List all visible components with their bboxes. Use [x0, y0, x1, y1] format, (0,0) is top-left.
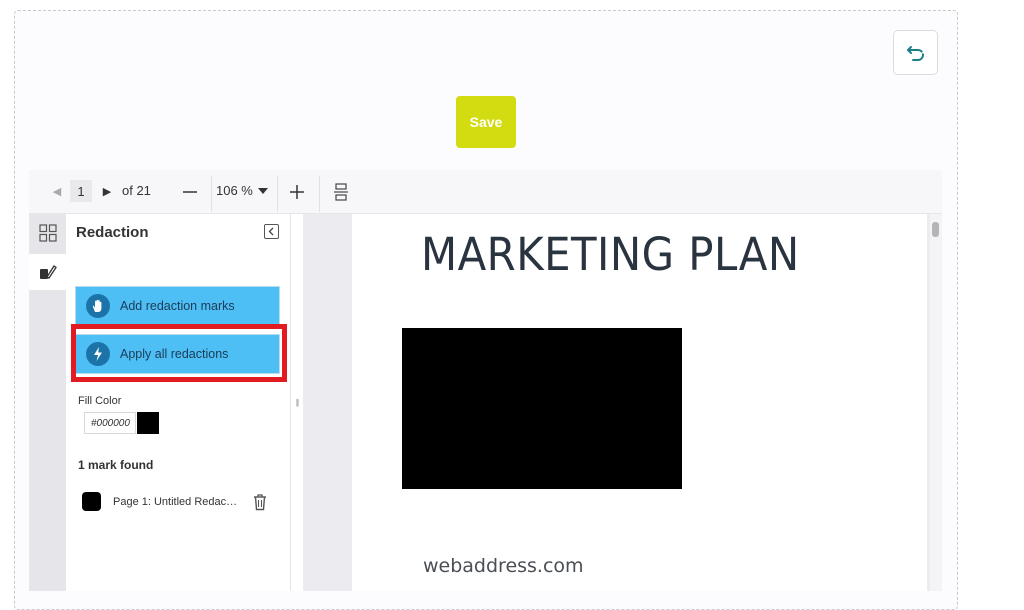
document-title: MARKETING PLAN [421, 228, 800, 281]
current-page-input[interactable]: 1 [70, 180, 92, 202]
zoom-in-button[interactable] [287, 181, 307, 203]
previous-page-button[interactable]: ◀ [46, 180, 68, 202]
toolbar-divider [211, 176, 212, 212]
save-button[interactable]: Save [456, 96, 516, 148]
page-total: of 21 [122, 183, 151, 198]
next-page-button[interactable]: ▶ [96, 180, 118, 202]
page-layout-icon [334, 183, 348, 201]
fill-color-swatch[interactable] [137, 412, 159, 434]
mark-color-swatch [82, 492, 101, 511]
minus-icon [183, 191, 197, 193]
panel-title: Redaction [76, 224, 149, 241]
fill-color-label: Fill Color [78, 395, 122, 407]
toolbar-divider [277, 176, 278, 212]
marks-found-count: 1 mark found [78, 458, 154, 472]
zoom-select[interactable]: 106 % [216, 183, 253, 198]
collapse-panel-button[interactable] [264, 224, 279, 239]
chevron-left-icon [268, 227, 274, 236]
redaction-mark[interactable] [402, 328, 682, 489]
tab-thumbnails[interactable] [29, 216, 66, 250]
highlight-box [71, 324, 287, 382]
vertical-scrollbar[interactable] [930, 214, 942, 591]
page-layout-button[interactable] [331, 181, 351, 203]
delete-mark-button[interactable] [252, 493, 268, 511]
panel-resize-handle[interactable]: || [291, 214, 303, 591]
redaction-pen-icon [39, 265, 57, 279]
viewer-toolbar [29, 170, 942, 214]
hand-icon [86, 294, 110, 318]
undo-button[interactable] [893, 30, 938, 75]
undo-icon [906, 45, 924, 61]
plus-icon [290, 185, 304, 199]
add-redaction-marks-label: Add redaction marks [120, 299, 235, 313]
scrollbar-thumb[interactable] [932, 222, 939, 237]
toolbar-divider [319, 176, 320, 212]
tab-redaction[interactable] [29, 254, 66, 290]
grip-icon: || [295, 398, 299, 407]
document-url-text: webaddress.com [423, 555, 584, 577]
thumbnails-icon [38, 224, 57, 242]
chevron-down-icon[interactable] [258, 188, 268, 194]
mark-list-item[interactable]: Page 1: Untitled Redaction [113, 496, 238, 508]
fill-color-input[interactable]: #000000 [84, 412, 136, 434]
zoom-out-button[interactable] [180, 181, 200, 203]
add-redaction-marks-button[interactable]: Add redaction marks [75, 286, 280, 326]
trash-icon [254, 494, 266, 511]
